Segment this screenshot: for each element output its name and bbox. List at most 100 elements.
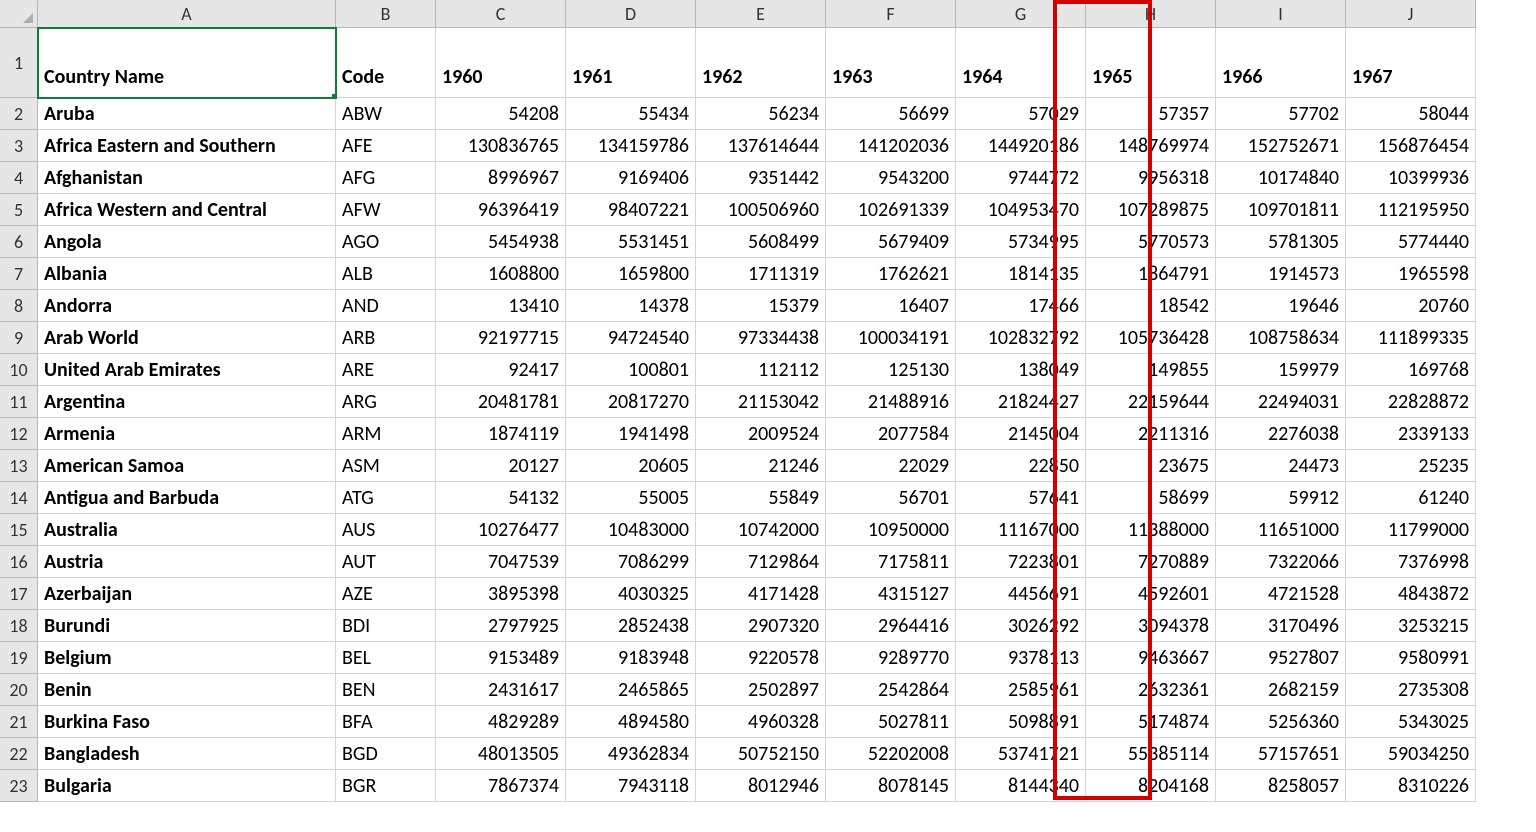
cell-country-name[interactable]: Austria <box>38 546 336 578</box>
cell-value[interactable]: 1762621 <box>826 258 956 290</box>
cell-value[interactable]: 9153489 <box>436 642 566 674</box>
cell-value[interactable]: 22828872 <box>1346 386 1476 418</box>
cell-value[interactable]: 97334438 <box>696 322 826 354</box>
column-header-G[interactable]: G <box>956 0 1086 28</box>
cell-value[interactable]: 49362834 <box>566 738 696 770</box>
cell-country-name[interactable]: Albania <box>38 258 336 290</box>
cell-value[interactable]: 55005 <box>566 482 696 514</box>
spreadsheet-grid[interactable]: ABCDEFGHIJ1Country NameCode1960196119621… <box>0 0 1536 802</box>
cell-country-name[interactable]: Bulgaria <box>38 770 336 802</box>
row-header-19[interactable]: 19 <box>0 642 38 674</box>
cell-country-code[interactable]: AND <box>336 290 436 322</box>
cell-value[interactable]: 22850 <box>956 450 1086 482</box>
cell-value[interactable]: 14378 <box>566 290 696 322</box>
cell-value[interactable]: 3253215 <box>1346 610 1476 642</box>
row-header-11[interactable]: 11 <box>0 386 38 418</box>
cell-value[interactable]: 152752671 <box>1216 130 1346 162</box>
cell-value[interactable]: 7047539 <box>436 546 566 578</box>
cell-value[interactable]: 112195950 <box>1346 194 1476 226</box>
cell-value[interactable]: 9183948 <box>566 642 696 674</box>
cell-value[interactable]: 111899335 <box>1346 322 1476 354</box>
cell-value[interactable]: 11651000 <box>1216 514 1346 546</box>
cell-country-name[interactable]: Africa Eastern and Southern <box>38 130 336 162</box>
cell-value[interactable]: 56701 <box>826 482 956 514</box>
cell-country-name[interactable]: Antigua and Barbuda <box>38 482 336 514</box>
cell-country-code[interactable]: ATG <box>336 482 436 514</box>
cell-country-name[interactable]: United Arab Emirates <box>38 354 336 386</box>
cell-value[interactable]: 137614644 <box>696 130 826 162</box>
cell-value[interactable]: 8012946 <box>696 770 826 802</box>
cell-value[interactable]: 5098891 <box>956 706 1086 738</box>
row-header-15[interactable]: 15 <box>0 514 38 546</box>
select-all-corner[interactable] <box>0 0 38 28</box>
cell-value[interactable]: 7223801 <box>956 546 1086 578</box>
row-header-20[interactable]: 20 <box>0 674 38 706</box>
cell-value[interactable]: 2852438 <box>566 610 696 642</box>
cell-country-name[interactable]: Aruba <box>38 98 336 130</box>
cell-value[interactable]: 1814135 <box>956 258 1086 290</box>
cell-value[interactable]: 9744772 <box>956 162 1086 194</box>
cell-country-name[interactable]: Burundi <box>38 610 336 642</box>
cell-value[interactable]: 58699 <box>1086 482 1216 514</box>
cell-value[interactable]: 5781305 <box>1216 226 1346 258</box>
cell-value[interactable]: 4829289 <box>436 706 566 738</box>
column-header-C[interactable]: C <box>436 0 566 28</box>
cell-country-code[interactable]: AFG <box>336 162 436 194</box>
row-header-9[interactable]: 9 <box>0 322 38 354</box>
row-header-6[interactable]: 6 <box>0 226 38 258</box>
cell-value[interactable]: 13410 <box>436 290 566 322</box>
cell-value[interactable]: 100034191 <box>826 322 956 354</box>
cell-value[interactable]: 5027811 <box>826 706 956 738</box>
cell-value[interactable]: 149855 <box>1086 354 1216 386</box>
row-header-14[interactable]: 14 <box>0 482 38 514</box>
cell-value[interactable]: 5734995 <box>956 226 1086 258</box>
cell-value[interactable]: 9289770 <box>826 642 956 674</box>
cell-value[interactable]: 21824427 <box>956 386 1086 418</box>
cell-value[interactable]: 24473 <box>1216 450 1346 482</box>
column-header-F[interactable]: F <box>826 0 956 28</box>
cell-value[interactable]: 1914573 <box>1216 258 1346 290</box>
cell-value[interactable]: 7867374 <box>436 770 566 802</box>
cell-value[interactable]: 57029 <box>956 98 1086 130</box>
cell-value[interactable]: 102832792 <box>956 322 1086 354</box>
cell-value[interactable]: 9351442 <box>696 162 826 194</box>
cell-value[interactable]: 5343025 <box>1346 706 1476 738</box>
cell-value[interactable]: 96396419 <box>436 194 566 226</box>
cell-value[interactable]: 50752150 <box>696 738 826 770</box>
cell-value[interactable]: 2465865 <box>566 674 696 706</box>
cell-country-code[interactable]: AZE <box>336 578 436 610</box>
cell-value[interactable]: 7943118 <box>566 770 696 802</box>
cell-value[interactable]: 2502897 <box>696 674 826 706</box>
cell-country-code[interactable]: ARM <box>336 418 436 450</box>
cell-country-name[interactable]: Africa Western and Central <box>38 194 336 226</box>
header-cell[interactable]: 1967 <box>1346 28 1476 98</box>
column-header-D[interactable]: D <box>566 0 696 28</box>
column-header-H[interactable]: H <box>1086 0 1216 28</box>
cell-value[interactable]: 10174840 <box>1216 162 1346 194</box>
cell-value[interactable]: 10483000 <box>566 514 696 546</box>
cell-value[interactable]: 1659800 <box>566 258 696 290</box>
row-header-12[interactable]: 12 <box>0 418 38 450</box>
cell-value[interactable]: 18542 <box>1086 290 1216 322</box>
cell-country-name[interactable]: Angola <box>38 226 336 258</box>
cell-value[interactable]: 2632361 <box>1086 674 1216 706</box>
cell-value[interactable]: 10399936 <box>1346 162 1476 194</box>
cell-value[interactable]: 20605 <box>566 450 696 482</box>
column-header-E[interactable]: E <box>696 0 826 28</box>
cell-value[interactable]: 3026292 <box>956 610 1086 642</box>
cell-value[interactable]: 20127 <box>436 450 566 482</box>
cell-value[interactable]: 20481781 <box>436 386 566 418</box>
cell-value[interactable]: 10950000 <box>826 514 956 546</box>
row-header-21[interactable]: 21 <box>0 706 38 738</box>
row-header-4[interactable]: 4 <box>0 162 38 194</box>
cell-value[interactable]: 2964416 <box>826 610 956 642</box>
cell-value[interactable]: 53741721 <box>956 738 1086 770</box>
header-cell[interactable]: 1965 <box>1086 28 1216 98</box>
cell-country-name[interactable]: Andorra <box>38 290 336 322</box>
cell-value[interactable]: 3895398 <box>436 578 566 610</box>
cell-value[interactable]: 169768 <box>1346 354 1476 386</box>
row-header-13[interactable]: 13 <box>0 450 38 482</box>
cell-value[interactable]: 9956318 <box>1086 162 1216 194</box>
cell-value[interactable]: 130836765 <box>436 130 566 162</box>
cell-country-name[interactable]: Afghanistan <box>38 162 336 194</box>
